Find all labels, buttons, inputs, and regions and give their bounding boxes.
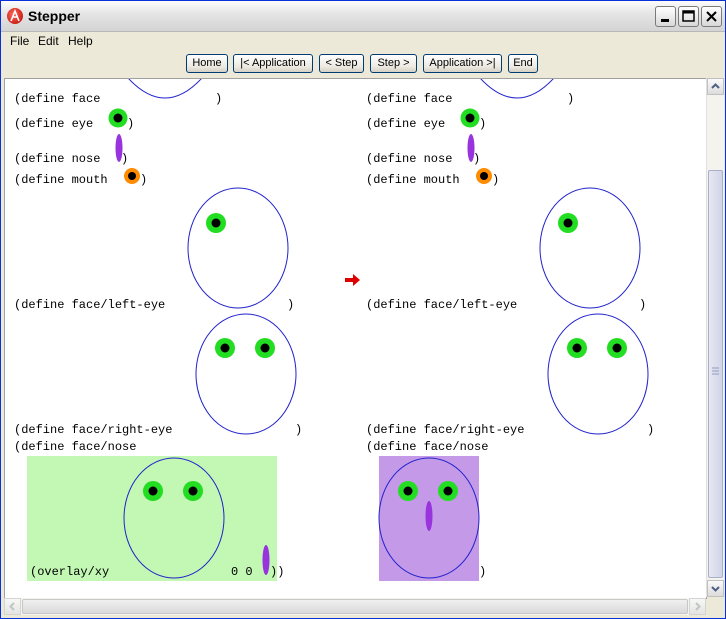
stepper-window: Stepper File Edit Help Home |< Applicati…: [0, 0, 726, 619]
define-face-close: ): [215, 92, 223, 106]
define-face-nose-text: (define face/nose: [14, 440, 137, 454]
define-face-right-eye-close-after: ): [647, 423, 655, 437]
face-right-eye-image-after: [547, 313, 649, 435]
result-close: ): [479, 565, 487, 579]
define-eye-close-after: ): [479, 117, 487, 131]
menu-file[interactable]: File: [10, 34, 29, 48]
right-arrow-icon: [345, 274, 360, 286]
window-title: Stepper: [28, 8, 81, 24]
define-face-left-eye-text: (define face/left-eye: [14, 298, 166, 312]
eye-image: [108, 108, 128, 128]
close-icon: [706, 11, 717, 22]
define-face-left-eye-close-after: ): [639, 298, 647, 312]
define-face-left-eye-close: ): [287, 298, 295, 312]
chevron-right-icon: [695, 602, 701, 611]
define-face-text-after: (define face: [366, 92, 453, 106]
horizontal-scrollbar[interactable]: [4, 598, 706, 615]
racket-logo-icon: [7, 8, 23, 24]
scroll-down-button[interactable]: [707, 580, 724, 597]
horizontal-scroll-thumb[interactable]: [22, 599, 688, 614]
end-button[interactable]: End: [508, 54, 538, 73]
define-nose-close-after: ): [473, 152, 481, 166]
define-mouth-close: ): [140, 173, 148, 187]
application-back-button[interactable]: |< Application: [233, 54, 313, 73]
chevron-down-icon: [711, 586, 720, 592]
define-eye-close: ): [127, 117, 135, 131]
stepper-pane[interactable]: (define face ) (define eye ) (define nos…: [4, 78, 707, 599]
define-eye-text: (define eye: [14, 117, 94, 131]
define-face-left-eye-text-after: (define face/left-eye: [366, 298, 518, 312]
stepper-toolbar: Home |< Application < Step Step > Applic…: [1, 50, 725, 78]
menu-edit[interactable]: Edit: [38, 34, 59, 48]
maximize-icon: [682, 10, 695, 22]
step-back-button[interactable]: < Step: [319, 54, 364, 73]
scroll-up-button[interactable]: [707, 78, 724, 95]
define-face-nose-text-after: (define face/nose: [366, 440, 489, 454]
define-face-right-eye-text-after: (define face/right-eye: [366, 423, 525, 437]
step-forward-button[interactable]: Step >: [370, 54, 417, 73]
chevron-up-icon: [711, 83, 720, 89]
application-forward-button[interactable]: Application >|: [423, 54, 502, 73]
home-button[interactable]: Home: [186, 54, 228, 73]
menu-bar: File Edit Help: [1, 32, 725, 50]
define-nose-text-after: (define nose: [366, 152, 453, 166]
face-with-nose-image: [378, 457, 480, 579]
define-eye-text-after: (define eye: [366, 117, 446, 131]
overlay-xy-text: (overlay/xy: [30, 565, 110, 579]
minimize-icon: [661, 19, 669, 22]
define-face-right-eye-text: (define face/right-eye: [14, 423, 173, 437]
close-button[interactable]: [701, 6, 722, 27]
define-nose-text: (define nose: [14, 152, 101, 166]
mouth-image-after: [476, 168, 492, 184]
face-right-eye-image: [195, 313, 297, 435]
grip-icon: [712, 367, 719, 375]
vertical-scrollbar[interactable]: [706, 78, 724, 597]
face-image-partial: [128, 79, 202, 99]
face-image-partial-after: [480, 79, 554, 99]
define-mouth-text: (define mouth: [14, 173, 108, 187]
overlay-close: )): [270, 565, 285, 579]
define-mouth-text-after: (define mouth: [366, 173, 460, 187]
scroll-left-button[interactable]: [4, 598, 21, 615]
minimize-button[interactable]: [655, 6, 676, 27]
face-left-eye-image: [187, 187, 289, 309]
vertical-scroll-thumb[interactable]: [708, 170, 723, 578]
overlay-args-text: 0 0: [231, 565, 253, 579]
face-left-eye-image-after: [539, 187, 641, 309]
maximize-button[interactable]: [678, 6, 699, 27]
title-bar[interactable]: Stepper: [1, 1, 725, 32]
menu-help[interactable]: Help: [68, 34, 93, 48]
define-face-close-after: ): [567, 92, 575, 106]
mouth-image: [124, 168, 140, 184]
scroll-right-button[interactable]: [689, 598, 706, 615]
define-mouth-close-after: ): [492, 173, 500, 187]
eye-image-after: [460, 108, 480, 128]
define-face-right-eye-close: ): [295, 423, 303, 437]
face-with-eyes-image: [123, 457, 225, 579]
chevron-left-icon: [9, 602, 15, 611]
define-nose-close: ): [121, 152, 129, 166]
define-face-text: (define face: [14, 92, 101, 106]
